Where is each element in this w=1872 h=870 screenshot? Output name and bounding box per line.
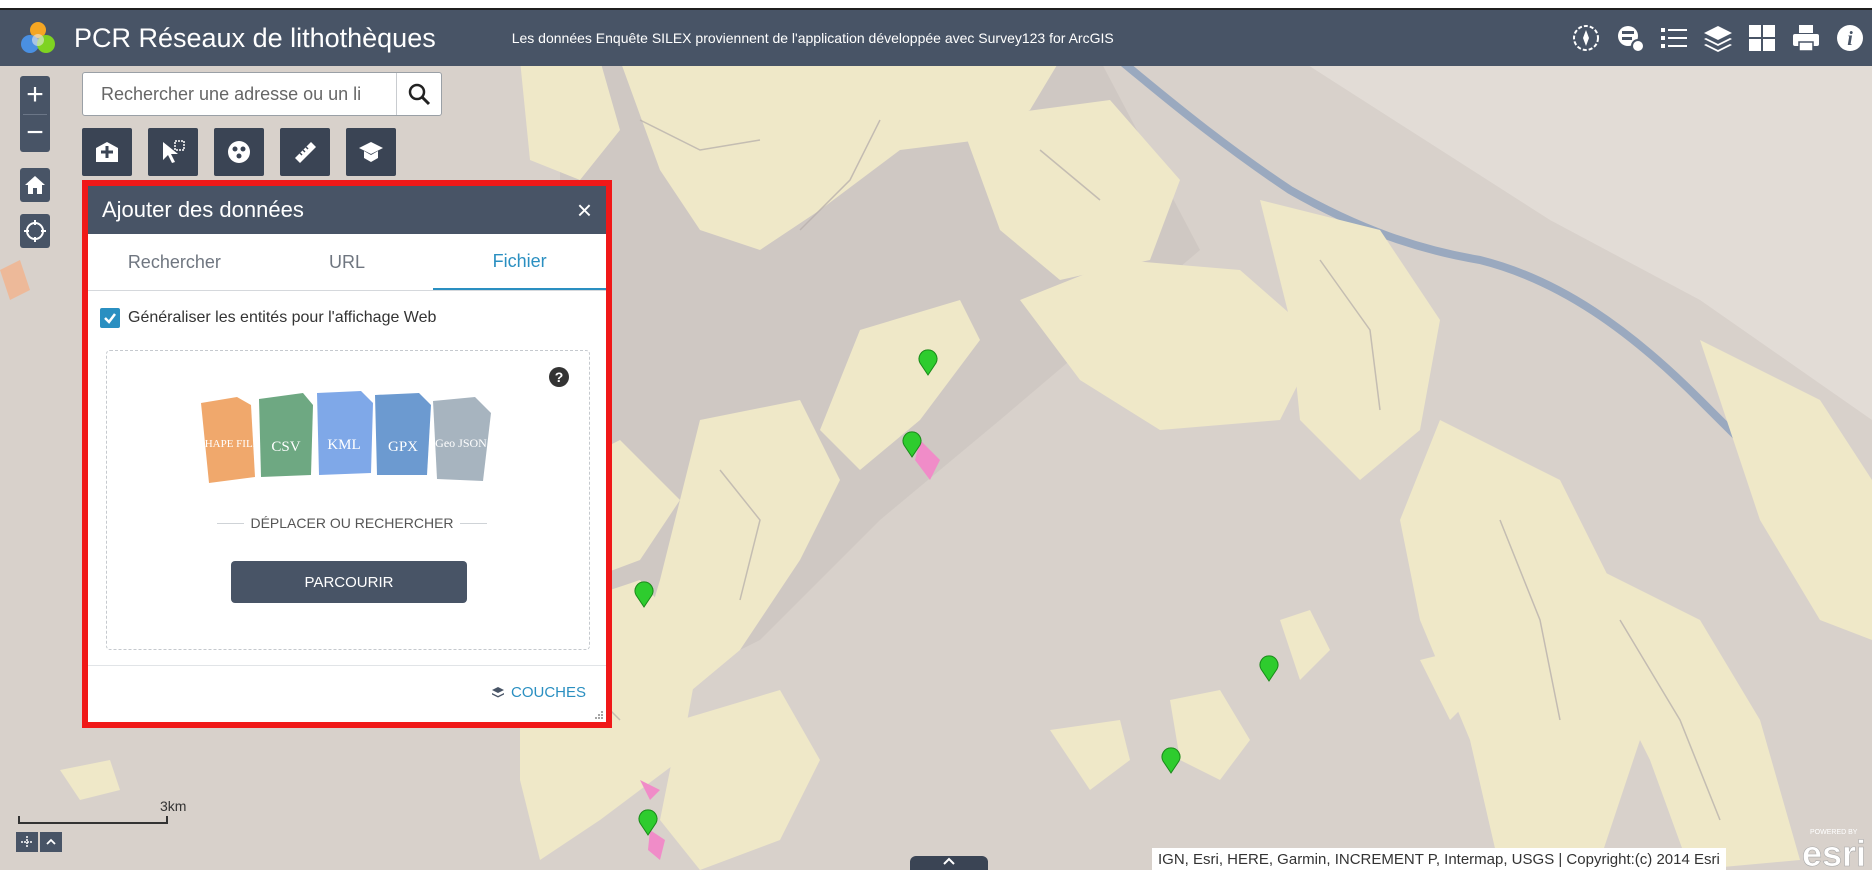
- search-input[interactable]: [99, 82, 388, 106]
- top-strip: [0, 0, 1872, 10]
- scalebar-label: 3km: [160, 798, 187, 814]
- locate-icon: [24, 220, 46, 242]
- generalize-checkbox[interactable]: [100, 308, 120, 328]
- header-toolbar: i: [1564, 10, 1872, 66]
- chevron-up-icon[interactable]: [40, 832, 62, 852]
- tab-rechercher[interactable]: Rechercher: [88, 234, 261, 290]
- home-button[interactable]: [20, 168, 50, 202]
- map-marker-pin[interactable]: [637, 808, 659, 836]
- analysis-icon: [228, 141, 250, 163]
- zoom-out-button[interactable]: −: [20, 114, 50, 152]
- search-icon: [408, 83, 431, 106]
- search-button[interactable]: [396, 73, 441, 115]
- dropzone-divider: DÉPLACER OU RECHERCHER: [217, 515, 488, 531]
- panel-footer: COUCHES: [88, 665, 606, 722]
- file-type-label: SHAPE FILE: [199, 438, 260, 450]
- select-icon: [163, 140, 185, 163]
- panel-title: Ajouter des données: [102, 197, 304, 222]
- layers-link-label: COUCHES: [510, 684, 586, 701]
- move-icon[interactable]: [16, 832, 38, 852]
- panel-header: Ajouter des données ×: [88, 186, 606, 234]
- zoom-in-button[interactable]: +: [20, 76, 50, 114]
- svg-text:esri: esri: [1802, 833, 1866, 870]
- help-icon[interactable]: ?: [549, 367, 569, 387]
- app-header: PCR Réseaux de lithothèques Les données …: [0, 10, 1872, 66]
- add-data-tool[interactable]: [82, 128, 132, 176]
- overview-controls: [16, 832, 64, 852]
- basemap-grid-icon[interactable]: [1740, 10, 1784, 66]
- map-marker-pin[interactable]: [917, 348, 939, 376]
- add-data-icon: [96, 142, 118, 162]
- compass-icon[interactable]: [1564, 10, 1608, 66]
- print-icon[interactable]: [1784, 10, 1828, 66]
- app-subtitle: Les données Enquête SILEX proviennent de…: [511, 30, 1114, 46]
- map-marker-pin[interactable]: [1160, 746, 1182, 774]
- analysis-tool[interactable]: [214, 128, 264, 176]
- address-search: [82, 72, 442, 116]
- legend-list-icon[interactable]: [1652, 10, 1696, 66]
- svg-text:i: i: [1847, 28, 1853, 50]
- info-icon[interactable]: i: [1828, 10, 1872, 66]
- app-logo-icon: [21, 22, 55, 53]
- app-title: PCR Réseaux de lithothèques: [74, 22, 436, 53]
- select-tool[interactable]: [148, 128, 198, 176]
- resize-handle-icon[interactable]: [594, 710, 604, 720]
- layers-small-icon: [491, 686, 504, 697]
- file-type-label: CSV: [271, 439, 300, 455]
- file-dropzone[interactable]: ? SHAPE FILE CSV KML GPX Geo JSON DÉPLAC…: [106, 350, 590, 650]
- checkmark-icon: [104, 313, 116, 324]
- zoom-control: + −: [20, 76, 50, 152]
- map-marker-pin[interactable]: [1258, 654, 1280, 682]
- map-marker-pin[interactable]: [633, 580, 655, 608]
- map-marker-pin[interactable]: [901, 430, 923, 458]
- layers-link[interactable]: COUCHES: [491, 684, 586, 701]
- map-attribution: IGN, Esri, HERE, Garmin, INCREMENT P, In…: [1152, 848, 1726, 870]
- layers-icon[interactable]: [1696, 10, 1740, 66]
- file-type-label: GPX: [388, 439, 418, 455]
- tab-fichier[interactable]: Fichier: [433, 234, 607, 290]
- locate-button[interactable]: [20, 214, 50, 248]
- esri-logo: POWERED BY esri: [1802, 829, 1867, 870]
- generalize-label: Généraliser les entités pour l'affichage…: [128, 309, 437, 326]
- measure-tool[interactable]: [280, 128, 330, 176]
- panel-tabs: Rechercher URL Fichier: [88, 234, 607, 291]
- attribute-table-toggle[interactable]: [910, 856, 988, 870]
- measure-icon: [295, 142, 316, 163]
- file-type-label: Geo JSON: [435, 436, 487, 450]
- add-data-panel: Ajouter des données × Rechercher URL Fic…: [82, 180, 612, 728]
- home-icon: [25, 176, 45, 194]
- file-types-illustration: SHAPE FILE CSV KML GPX Geo JSON: [199, 391, 491, 483]
- education-icon: [359, 142, 383, 162]
- browse-button[interactable]: PARCOURIR: [231, 561, 467, 603]
- dropzone-text: DÉPLACER OU RECHERCHER: [250, 515, 454, 531]
- file-type-label: KML: [327, 437, 360, 453]
- chevron-up-icon: [943, 857, 955, 865]
- generalize-option[interactable]: Généraliser les entités pour l'affichage…: [100, 308, 436, 328]
- close-icon[interactable]: ×: [577, 195, 592, 226]
- education-tool[interactable]: [346, 128, 396, 176]
- scalebar-line: [18, 816, 168, 824]
- coverage-icon[interactable]: [1608, 10, 1652, 66]
- tab-url[interactable]: URL: [261, 234, 434, 290]
